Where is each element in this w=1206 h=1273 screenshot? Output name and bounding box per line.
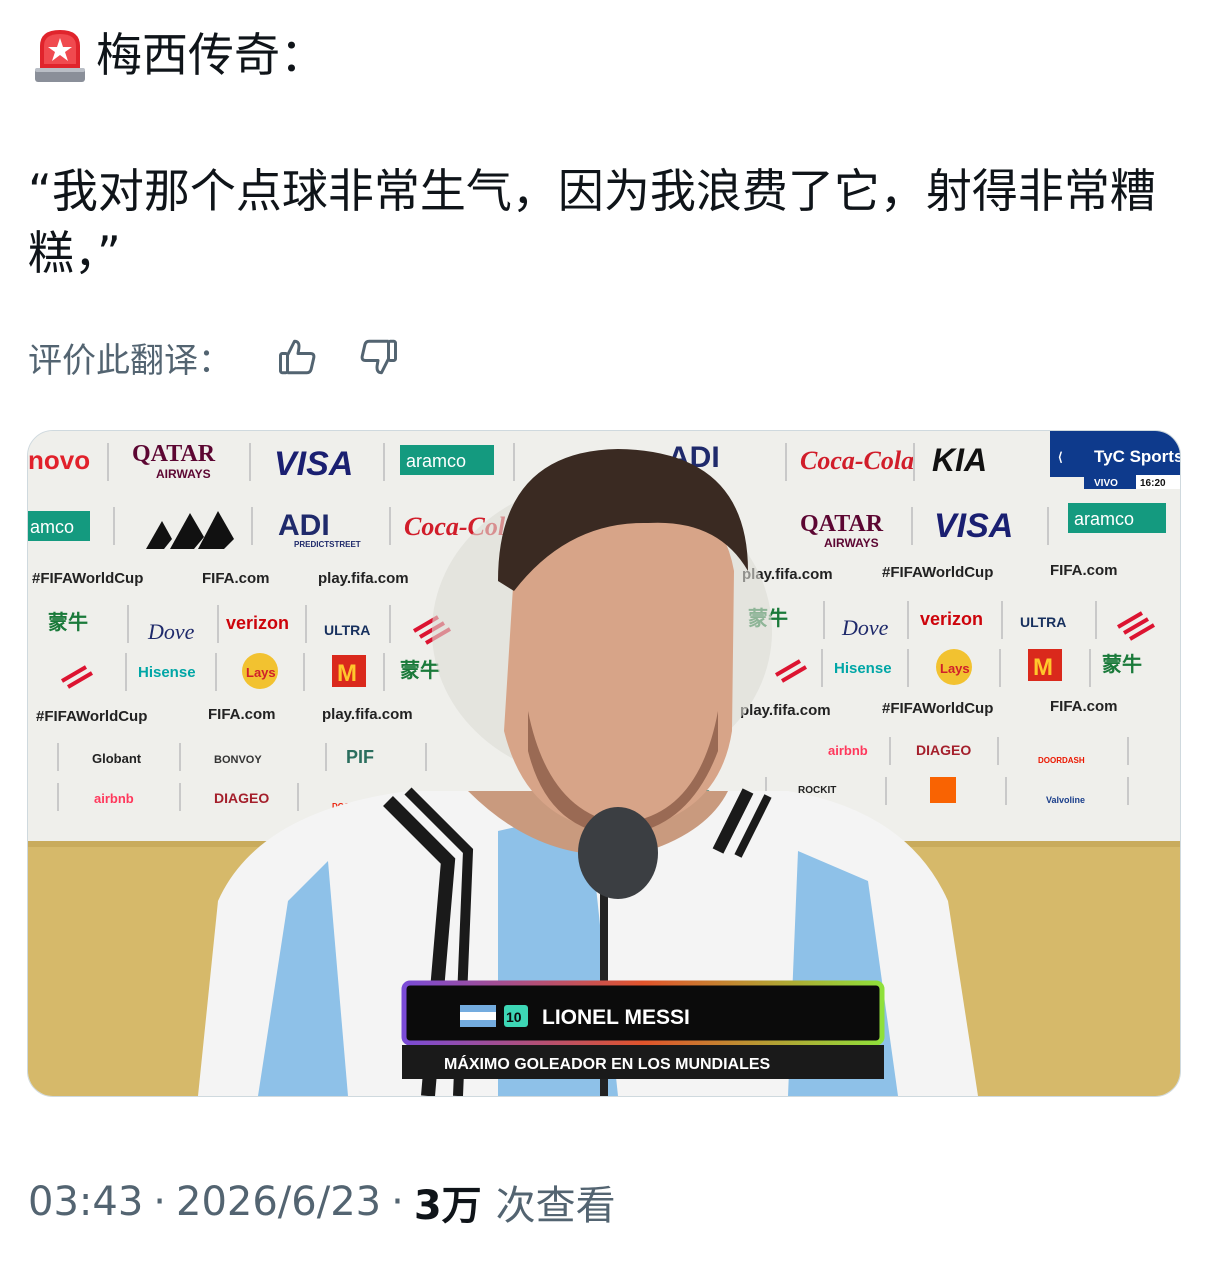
- verizon-logo-2: verizon: [920, 609, 983, 629]
- player-number: 10: [506, 1009, 522, 1025]
- broadcast-time: 16:20: [1140, 478, 1166, 489]
- svg-text:⟨: ⟨: [1058, 450, 1063, 464]
- qatar-airways-text: AIRWAYS: [156, 467, 211, 481]
- qatar-logo: QATAR: [132, 441, 216, 467]
- aramco-logo-2: amco: [30, 517, 74, 537]
- pif-logo: PIF: [346, 747, 374, 767]
- fifa-com-text: FIFA.com: [202, 570, 270, 587]
- live-label: VIVO: [1094, 478, 1118, 489]
- qatar-airways-text-2: AIRWAYS: [824, 536, 879, 550]
- rate-translation-label: 评价此翻译：: [28, 340, 232, 381]
- verizon-logo: verizon: [226, 613, 289, 633]
- views-count[interactable]: 3万: [414, 1173, 482, 1231]
- mcdonalds-logo: M: [337, 660, 357, 687]
- doordash-logo: DOORDASH: [1038, 756, 1085, 765]
- meta-separator-2: ·: [391, 1179, 404, 1225]
- cocacola-logo: Coca-Cola: [800, 446, 914, 475]
- hashtag-text: #FIFAWorldCup: [32, 570, 143, 587]
- dove-logo-2: Dove: [841, 615, 889, 640]
- mengniu-logo: 蒙牛: [48, 610, 88, 634]
- mengniu-logo-3: 蒙牛: [400, 658, 440, 682]
- post-meta: 03:43 · 2026/6/23 · 3万 次查看: [28, 1172, 616, 1232]
- lower-third: 10 LIONEL MESSI MÁXIMO GOLEADOR EN LOS M…: [401, 980, 885, 1079]
- post-time: 03:43: [28, 1179, 144, 1225]
- lays-logo-2: Lays: [940, 661, 970, 676]
- hisense-logo-2: Hisense: [834, 660, 892, 677]
- play-fifa-text-4: play.fifa.com: [740, 702, 831, 719]
- kia-logo: KIA: [932, 442, 987, 478]
- thumbs-down-button[interactable]: [352, 331, 404, 383]
- thumbs-down-icon: [360, 339, 397, 375]
- diageo-logo: DIAGEO: [916, 742, 971, 758]
- hisense-logo: Hisense: [138, 664, 196, 681]
- airbnb-logo-2: airbnb: [94, 791, 134, 806]
- post-header: 梅西传奇：: [32, 20, 326, 90]
- rate-translation-row: 评价此翻译：: [28, 330, 404, 384]
- michelob-logo-2: ULTRA: [1020, 614, 1066, 630]
- adi-sub-2: PREDICTSTREET: [294, 540, 361, 549]
- valvoline-logo: Valvoline: [1046, 795, 1085, 805]
- thumbs-up-icon: [279, 339, 316, 375]
- adi-logo-2: ADI: [278, 509, 330, 542]
- thumbs-up-button[interactable]: [272, 331, 324, 383]
- qatar-logo-2: QATAR: [800, 511, 884, 537]
- hashtag-text-3: #FIFAWorldCup: [36, 708, 147, 725]
- mcdonalds-logo-2: M: [1033, 654, 1053, 681]
- aramco-logo: aramco: [406, 451, 466, 471]
- channel-name: TyC Sports: [1094, 447, 1180, 466]
- post-text: “我对那个点球非常生气，因为我浪费了它，射得非常糟糕，”: [28, 164, 1156, 280]
- play-fifa-text: play.fifa.com: [318, 570, 409, 587]
- siren-icon: [32, 24, 88, 86]
- hashtag-text-4: #FIFAWorldCup: [882, 700, 993, 717]
- globant-logo: Globant: [92, 751, 142, 766]
- michelob-logo: ULTRA: [324, 622, 370, 638]
- fifa-com-text-4: FIFA.com: [1050, 698, 1118, 715]
- aramco-logo-3: aramco: [1074, 509, 1134, 529]
- fifa-com-text-3: FIFA.com: [208, 706, 276, 723]
- airbnb-logo: airbnb: [828, 743, 868, 758]
- fifa-com-text-2: FIFA.com: [1050, 562, 1118, 579]
- post-date: 2026/6/23: [176, 1179, 382, 1225]
- views-label: 次查看: [495, 1183, 616, 1229]
- play-fifa-text-3: play.fifa.com: [322, 706, 413, 723]
- bonvoy-logo: BONVOY: [214, 754, 262, 766]
- diageo-logo-2: DIAGEO: [214, 790, 269, 806]
- hashtag-text-2: #FIFAWorldCup: [882, 564, 993, 581]
- visa-logo-2: VISA: [934, 507, 1013, 545]
- lenovo-logo: novo: [28, 445, 90, 475]
- post-title: 梅西传奇：: [96, 28, 326, 82]
- meta-separator: ·: [153, 1179, 166, 1225]
- post-media[interactable]: novo QATAR AIRWAYS VISA aramco ADI Coca-…: [27, 430, 1181, 1097]
- player-subtitle: MÁXIMO GOLEADOR EN LOS MUNDIALES: [444, 1054, 771, 1073]
- mengniu-logo-4: 蒙牛: [1102, 652, 1142, 676]
- lays-logo: Lays: [246, 665, 276, 680]
- dove-logo: Dove: [147, 619, 195, 644]
- visa-logo: VISA: [274, 445, 353, 483]
- player-name: LIONEL MESSI: [542, 1006, 690, 1029]
